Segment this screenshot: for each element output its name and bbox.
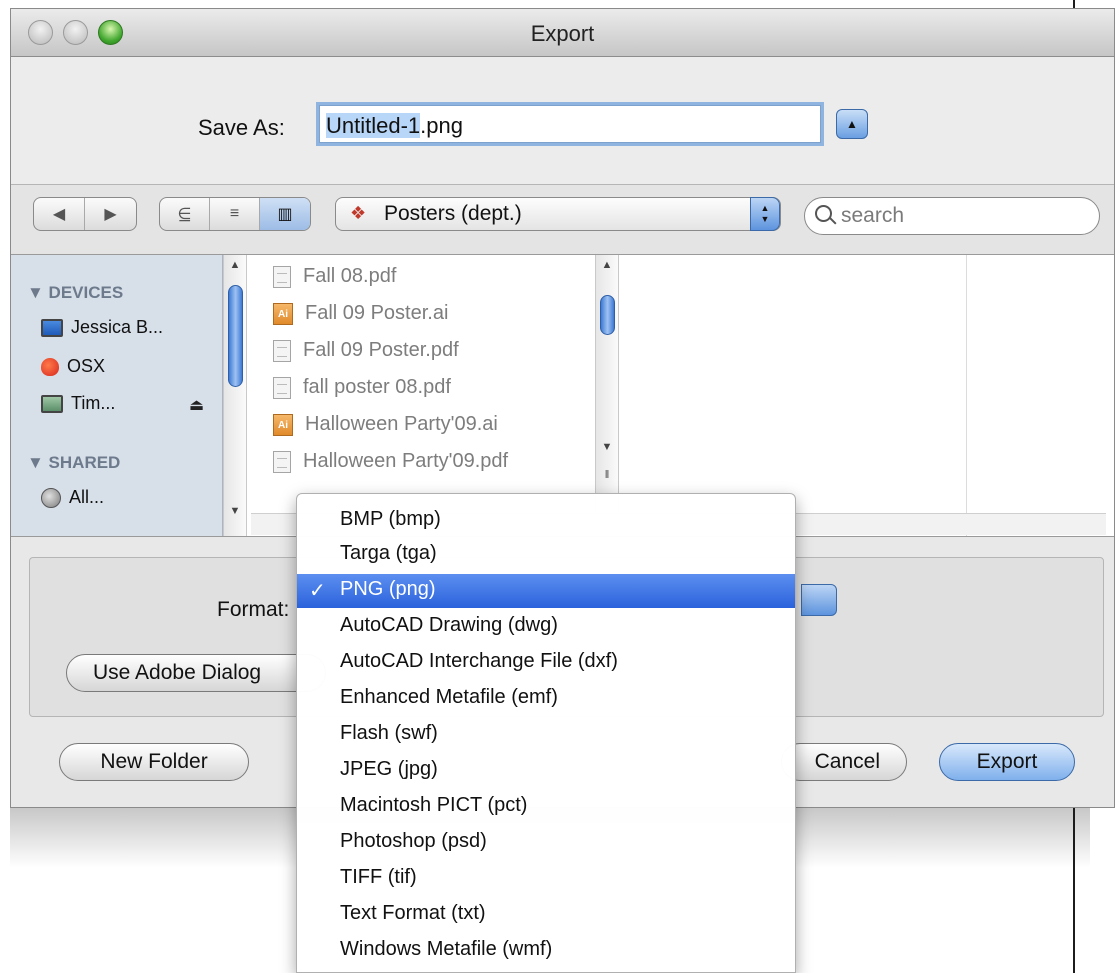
sidebar-item-label: All... — [69, 487, 105, 507]
sidebar-item-label: Jessica B... — [71, 317, 164, 337]
format-option-swf[interactable]: Flash (swf) — [297, 718, 795, 752]
chevron-down-icon: ▼ — [760, 214, 770, 224]
sidebar-header-devices[interactable]: ▼ DEVICES — [27, 283, 123, 303]
view-mode-control: ⋸ ≡ ▥ — [159, 197, 311, 231]
use-adobe-dialog-button[interactable]: Use Adobe Dialog — [66, 654, 326, 692]
checkmark-icon: ✓ — [309, 580, 326, 602]
list-icon: ≡ — [229, 205, 240, 222]
format-option-tif[interactable]: TIFF (tif) — [297, 862, 795, 896]
title-bar: Export — [11, 9, 1114, 57]
list-view-button[interactable]: ≡ — [210, 198, 260, 230]
format-dropdown-menu: BMP (bmp) Targa (tga) ✓ PNG (png) AutoCA… — [296, 493, 796, 973]
forward-arrow-icon: ▶ — [104, 206, 117, 223]
illustrator-file-icon: Ai — [273, 302, 293, 325]
illustrator-file-icon: Ai — [273, 413, 293, 436]
sidebar-item-jessica[interactable]: Jessica B... — [41, 317, 163, 338]
file-name: Fall 09 Poster.ai — [305, 302, 449, 324]
scroll-up-arrow-icon[interactable]: ▲ — [596, 259, 618, 271]
filename-extension: .png — [420, 113, 463, 138]
back-arrow-icon: ◀ — [52, 206, 66, 223]
location-popup[interactable]: ❖ Posters (dept.) ▲ ▼ — [335, 197, 781, 231]
format-option-tga[interactable]: Targa (tga) — [297, 538, 795, 572]
search-icon — [815, 205, 832, 222]
search-placeholder: search — [841, 204, 905, 227]
sidebar-item-time-machine[interactable]: Tim... — [41, 393, 115, 414]
computer-icon — [41, 318, 63, 337]
sidebar-item-all[interactable]: All... — [41, 487, 104, 508]
forward-button[interactable]: ▶ — [85, 198, 136, 230]
file-row[interactable]: Ai Halloween Party'09.ai — [273, 413, 498, 436]
columns-icon: ▥ — [277, 206, 293, 223]
browser-toolbar: ◀ ▶ ⋸ ≡ ▥ ❖ Posters (dept.) ▲ ▼ search — [11, 185, 1114, 255]
shared-folder-icon: ❖ — [350, 203, 367, 223]
format-option-dwg[interactable]: AutoCAD Drawing (dwg) — [297, 610, 795, 644]
file-row[interactable]: Fall 09 Poster.pdf — [273, 339, 459, 362]
sidebar-item-label: OSX — [67, 356, 106, 376]
sidebar-header-shared[interactable]: ▼ SHARED — [27, 453, 120, 473]
format-popup-arrows[interactable] — [801, 584, 837, 616]
format-option-dxf[interactable]: AutoCAD Interchange File (dxf) — [297, 646, 795, 680]
format-option-psd[interactable]: Photoshop (psd) — [297, 826, 795, 860]
drive-icon — [41, 394, 63, 413]
format-option-bmp[interactable]: BMP (bmp) — [297, 504, 795, 538]
sidebar: ▼ DEVICES Jessica B... OSX Tim... ⏏ ▼ SH… — [11, 255, 223, 536]
scroll-up-arrow-icon[interactable]: ▲ — [224, 259, 246, 271]
format-option-label: PNG (png) — [340, 578, 436, 600]
format-option-txt[interactable]: Text Format (txt) — [297, 898, 795, 932]
grid-icon: ⋸ — [177, 206, 192, 223]
file-name: Halloween Party'09.ai — [305, 413, 498, 435]
collapse-browser-button[interactable]: ▲ — [836, 109, 868, 139]
file-name: Fall 09 Poster.pdf — [303, 339, 459, 361]
column-resize-handle-icon[interactable]: ‖ — [596, 469, 618, 481]
pdf-document-icon — [273, 450, 291, 473]
chevron-up-icon: ▲ — [760, 203, 770, 213]
sidebar-item-osx[interactable]: OSX — [41, 356, 105, 377]
back-forward-control: ◀ ▶ — [33, 197, 137, 231]
format-option-jpg[interactable]: JPEG (jpg) — [297, 754, 795, 788]
location-label: Posters (dept.) — [384, 202, 522, 225]
icon-view-button[interactable]: ⋸ — [160, 198, 210, 230]
save-as-input[interactable]: Untitled-1.png — [319, 105, 821, 143]
sidebar-item-label: Tim... — [71, 393, 116, 413]
file-row[interactable]: Halloween Party'09.pdf — [273, 450, 508, 473]
new-folder-button[interactable]: New Folder — [59, 743, 249, 781]
file-row[interactable]: fall poster 08.pdf — [273, 376, 451, 399]
format-option-wmf[interactable]: Windows Metafile (wmf) — [297, 934, 795, 968]
sidebar-scroll-thumb[interactable] — [228, 285, 243, 387]
search-field[interactable]: search — [804, 197, 1100, 235]
column-divider — [966, 255, 967, 536]
save-as-row: Save As: Untitled-1.png ▲ — [11, 57, 1114, 185]
network-icon — [41, 487, 61, 508]
format-label: Format: — [217, 598, 290, 621]
pdf-document-icon — [273, 339, 291, 362]
file-column-scroll-thumb[interactable] — [600, 295, 615, 335]
filename-selection: Untitled-1 — [326, 113, 421, 138]
window-title: Export — [530, 21, 595, 46]
column-view-button[interactable]: ▥ — [260, 198, 310, 230]
scroll-down-arrow-icon[interactable]: ▼ — [224, 505, 246, 517]
sidebar-scrollbar[interactable]: ▲ ▼ — [223, 255, 247, 536]
triangle-up-icon: ▲ — [846, 117, 858, 131]
back-button[interactable]: ◀ — [34, 198, 86, 230]
file-name: Halloween Party'09.pdf — [303, 450, 509, 472]
export-button[interactable]: Export — [939, 743, 1075, 781]
format-option-png[interactable]: ✓ PNG (png) — [297, 574, 795, 608]
format-option-emf[interactable]: Enhanced Metafile (emf) — [297, 682, 795, 716]
pdf-document-icon — [273, 265, 291, 288]
file-row[interactable]: Ai Fall 09 Poster.ai — [273, 302, 448, 325]
file-name: Fall 08.pdf — [303, 265, 397, 287]
location-popup-arrows[interactable]: ▲ ▼ — [750, 197, 780, 231]
apple-icon — [41, 357, 59, 376]
eject-icon[interactable]: ⏏ — [189, 395, 204, 415]
cancel-button[interactable]: Cancel — [781, 743, 907, 781]
format-option-pct[interactable]: Macintosh PICT (pct) — [297, 790, 795, 824]
file-name: fall poster 08.pdf — [303, 376, 451, 398]
save-as-label: Save As: — [198, 115, 285, 140]
scroll-down-arrow-icon[interactable]: ▼ — [596, 441, 618, 453]
file-row[interactable]: Fall 08.pdf — [273, 265, 396, 288]
pdf-document-icon — [273, 376, 291, 399]
